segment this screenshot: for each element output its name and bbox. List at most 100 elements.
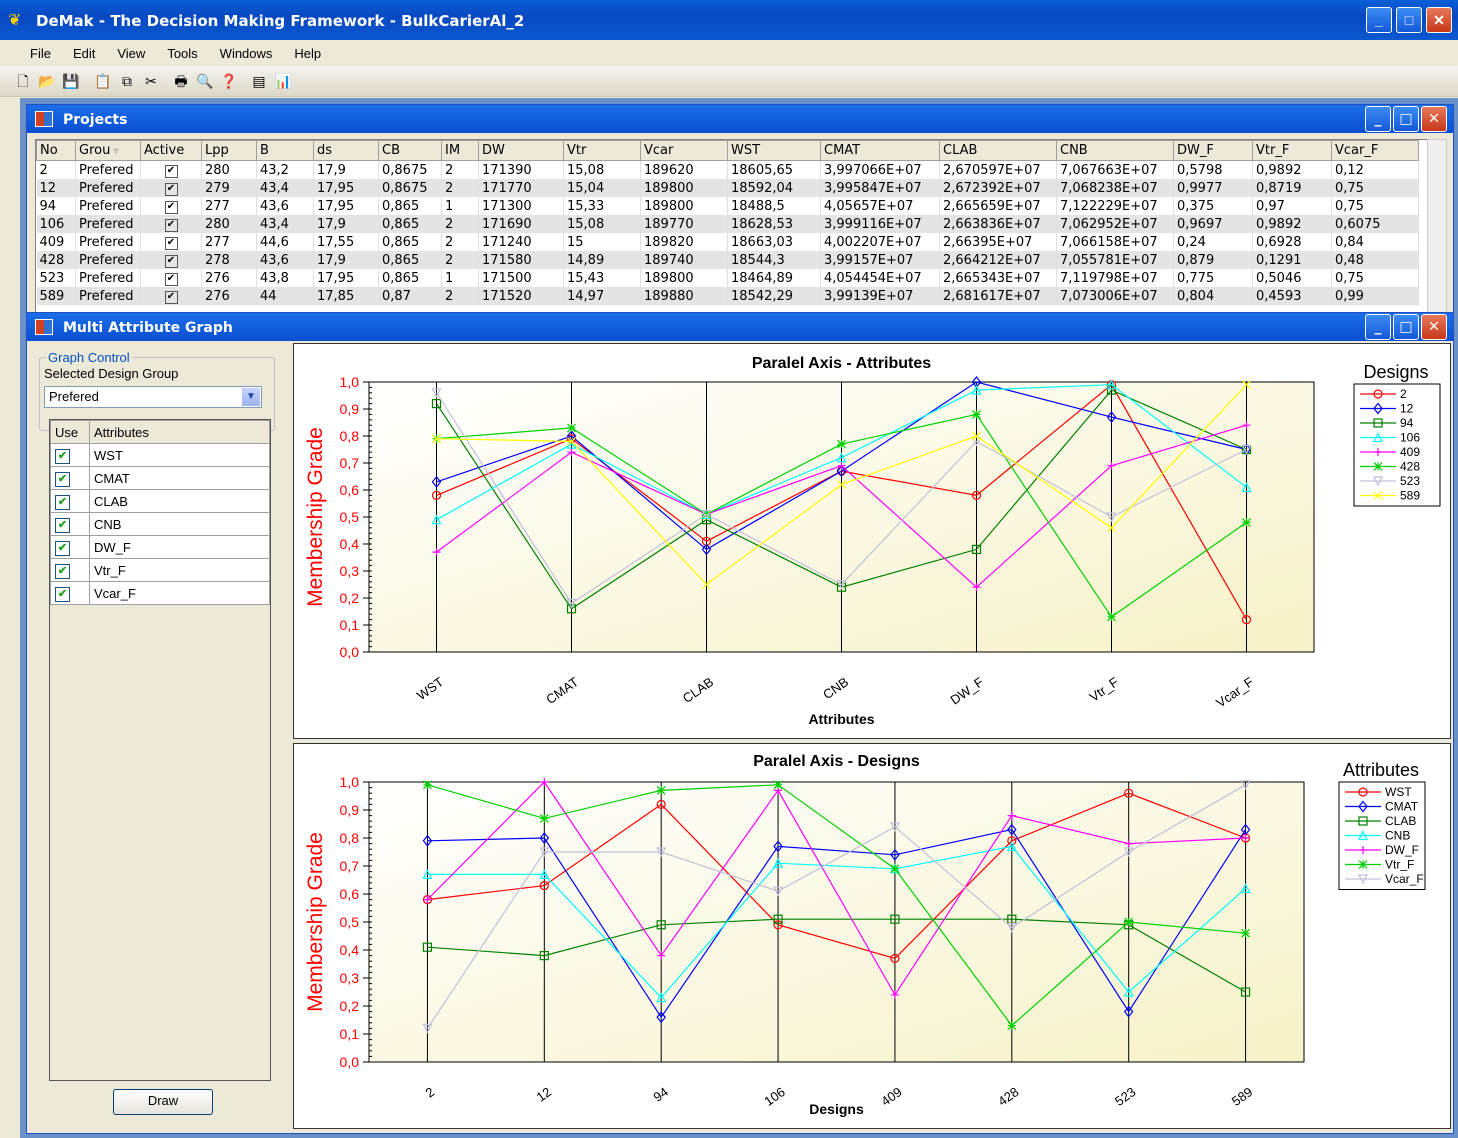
minimize-button[interactable]: _ — [1366, 7, 1392, 33]
table-cell[interactable]: 4,05657E+07 — [820, 197, 940, 215]
table-cell[interactable]: 106 — [36, 215, 76, 233]
properties-icon[interactable]: ▤ — [250, 72, 268, 90]
table-cell[interactable]: 14,89 — [563, 251, 641, 269]
table-cell[interactable]: 0,879 — [1173, 251, 1253, 269]
chevron-down-icon[interactable]: ▼ — [242, 388, 260, 406]
table-cell[interactable]: 17,55 — [313, 233, 379, 251]
table-cell[interactable]: ✔ — [140, 269, 202, 287]
table-cell[interactable]: 0,8719 — [1252, 179, 1332, 197]
column-header-lpp[interactable]: Lpp — [201, 140, 257, 161]
table-cell[interactable]: 189620 — [640, 160, 728, 179]
active-checkbox[interactable]: ✔ — [164, 219, 178, 232]
use-checkbox[interactable]: ✔ — [55, 494, 70, 510]
table-cell[interactable]: 18605,65 — [727, 160, 821, 179]
table-cell[interactable]: 18628,53 — [727, 215, 821, 233]
table-cell[interactable]: 7,122229E+07 — [1056, 197, 1174, 215]
new-file-icon[interactable]: 🗋 — [14, 72, 32, 90]
table-cell[interactable]: 1 — [441, 269, 479, 287]
table-cell[interactable]: 2 — [441, 233, 479, 251]
table-row[interactable]: 409 Prefered ✔ 277 44,6 17,55 0,865 2 171240 15 18… — [36, 233, 1419, 251]
table-cell[interactable]: 0,5046 — [1252, 269, 1332, 287]
use-cell[interactable]: ✔ — [50, 535, 90, 559]
column-header-wst[interactable]: WST — [727, 140, 821, 161]
table-cell[interactable]: 0,12 — [1331, 160, 1419, 179]
table-cell[interactable]: Prefered — [75, 287, 141, 305]
use-checkbox[interactable]: ✔ — [55, 586, 70, 602]
table-cell[interactable]: 3,999116E+07 — [820, 215, 940, 233]
table-row[interactable]: 428 Prefered ✔ 278 43,6 17,9 0,865 2 171580 14,89… — [36, 251, 1419, 269]
table-cell[interactable]: 17,85 — [313, 287, 379, 305]
menu-help[interactable]: Help — [283, 40, 332, 61]
cut-icon[interactable]: ✂ — [142, 72, 160, 90]
table-cell[interactable]: 0,75 — [1331, 197, 1419, 215]
menu-view[interactable]: View — [106, 40, 156, 61]
table-cell[interactable]: 171300 — [478, 197, 564, 215]
maximize-button[interactable]: □ — [1396, 7, 1422, 33]
table-cell[interactable]: 4,054454E+07 — [820, 269, 940, 287]
table-cell[interactable]: ✔ — [140, 197, 202, 215]
chart-icon[interactable]: 📊 — [274, 72, 292, 90]
table-cell[interactable]: Prefered — [75, 215, 141, 233]
table-cell[interactable]: 7,068238E+07 — [1056, 179, 1174, 197]
column-header-dw[interactable]: DW — [478, 140, 564, 161]
active-checkbox[interactable]: ✔ — [164, 237, 178, 250]
table-cell[interactable]: 189880 — [640, 287, 728, 305]
table-cell[interactable]: 0,87 — [378, 287, 442, 305]
table-cell[interactable]: 7,062952E+07 — [1056, 215, 1174, 233]
table-cell[interactable]: 171500 — [478, 269, 564, 287]
use-cell[interactable]: ✔ — [50, 581, 90, 605]
column-header-vtr[interactable]: Vtr — [563, 140, 641, 161]
table-row[interactable]: 2 Prefered ✔ 280 43,2 17,9 0,8675 2 171390 15,08 1… — [36, 160, 1419, 179]
table-cell[interactable]: 4,002207E+07 — [820, 233, 940, 251]
table-cell[interactable]: 0,865 — [378, 269, 442, 287]
projects-table[interactable]: No Grou ▿ Active Lpp Bds CB IM DW Vtr Vcar WST CMAT… — [35, 139, 1429, 313]
table-cell[interactable]: 18592,04 — [727, 179, 821, 197]
projects-minimize-button[interactable]: _ — [1365, 106, 1391, 132]
column-header-b[interactable]: B — [256, 140, 314, 161]
table-cell[interactable]: 43,4 — [256, 179, 314, 197]
table-cell[interactable]: ✔ — [140, 179, 202, 197]
attribute-row[interactable]: ✔ CMAT — [50, 466, 270, 490]
table-cell[interactable]: 276 — [201, 269, 257, 287]
table-cell[interactable]: 2 — [441, 160, 479, 179]
paste-icon[interactable]: 📋 — [94, 72, 112, 90]
column-header-ds[interactable]: ds — [313, 140, 379, 161]
table-cell[interactable]: 589 — [36, 287, 76, 305]
table-cell[interactable]: 0,84 — [1331, 233, 1419, 251]
use-checkbox[interactable]: ✔ — [55, 448, 70, 464]
table-cell[interactable]: 0,24 — [1173, 233, 1253, 251]
table-cell[interactable]: 2 — [441, 179, 479, 197]
table-cell[interactable]: 2,670597E+07 — [939, 160, 1057, 179]
table-cell[interactable]: Prefered — [75, 251, 141, 269]
attribute-row[interactable]: ✔ Vcar_F — [50, 581, 270, 605]
menu-tools[interactable]: Tools — [156, 40, 208, 61]
table-cell[interactable]: 0,9977 — [1173, 179, 1253, 197]
column-header-dw_f[interactable]: DW_F — [1173, 140, 1253, 161]
table-cell[interactable]: 280 — [201, 215, 257, 233]
table-cell[interactable]: ✔ — [140, 215, 202, 233]
copy-icon[interactable]: ⧉ — [118, 72, 136, 90]
table-cell[interactable]: 7,073006E+07 — [1056, 287, 1174, 305]
column-header-im[interactable]: IM — [441, 140, 479, 161]
menu-file[interactable]: File — [0, 40, 62, 61]
mag-minimize-button[interactable]: _ — [1365, 314, 1391, 340]
table-cell[interactable]: ✔ — [140, 287, 202, 305]
table-cell[interactable]: 0,865 — [378, 251, 442, 269]
table-cell[interactable]: 2 — [441, 287, 479, 305]
use-cell[interactable]: ✔ — [50, 443, 90, 467]
vertical-scrollbar[interactable] — [1427, 139, 1447, 313]
table-cell[interactable]: 171580 — [478, 251, 564, 269]
table-cell[interactable]: 0,6928 — [1252, 233, 1332, 251]
table-cell[interactable]: 0,804 — [1173, 287, 1253, 305]
table-cell[interactable]: 189740 — [640, 251, 728, 269]
table-cell[interactable]: 0,5798 — [1173, 160, 1253, 179]
table-cell[interactable]: 2 — [441, 215, 479, 233]
table-cell[interactable]: 0,865 — [378, 197, 442, 215]
active-checkbox[interactable]: ✔ — [164, 183, 178, 196]
table-cell[interactable]: 7,055781E+07 — [1056, 251, 1174, 269]
table-cell[interactable]: 277 — [201, 233, 257, 251]
table-cell[interactable]: 0,9892 — [1252, 215, 1332, 233]
table-cell[interactable]: 2,681617E+07 — [939, 287, 1057, 305]
column-header-vtr_f[interactable]: Vtr_F — [1252, 140, 1332, 161]
table-cell[interactable]: 44 — [256, 287, 314, 305]
